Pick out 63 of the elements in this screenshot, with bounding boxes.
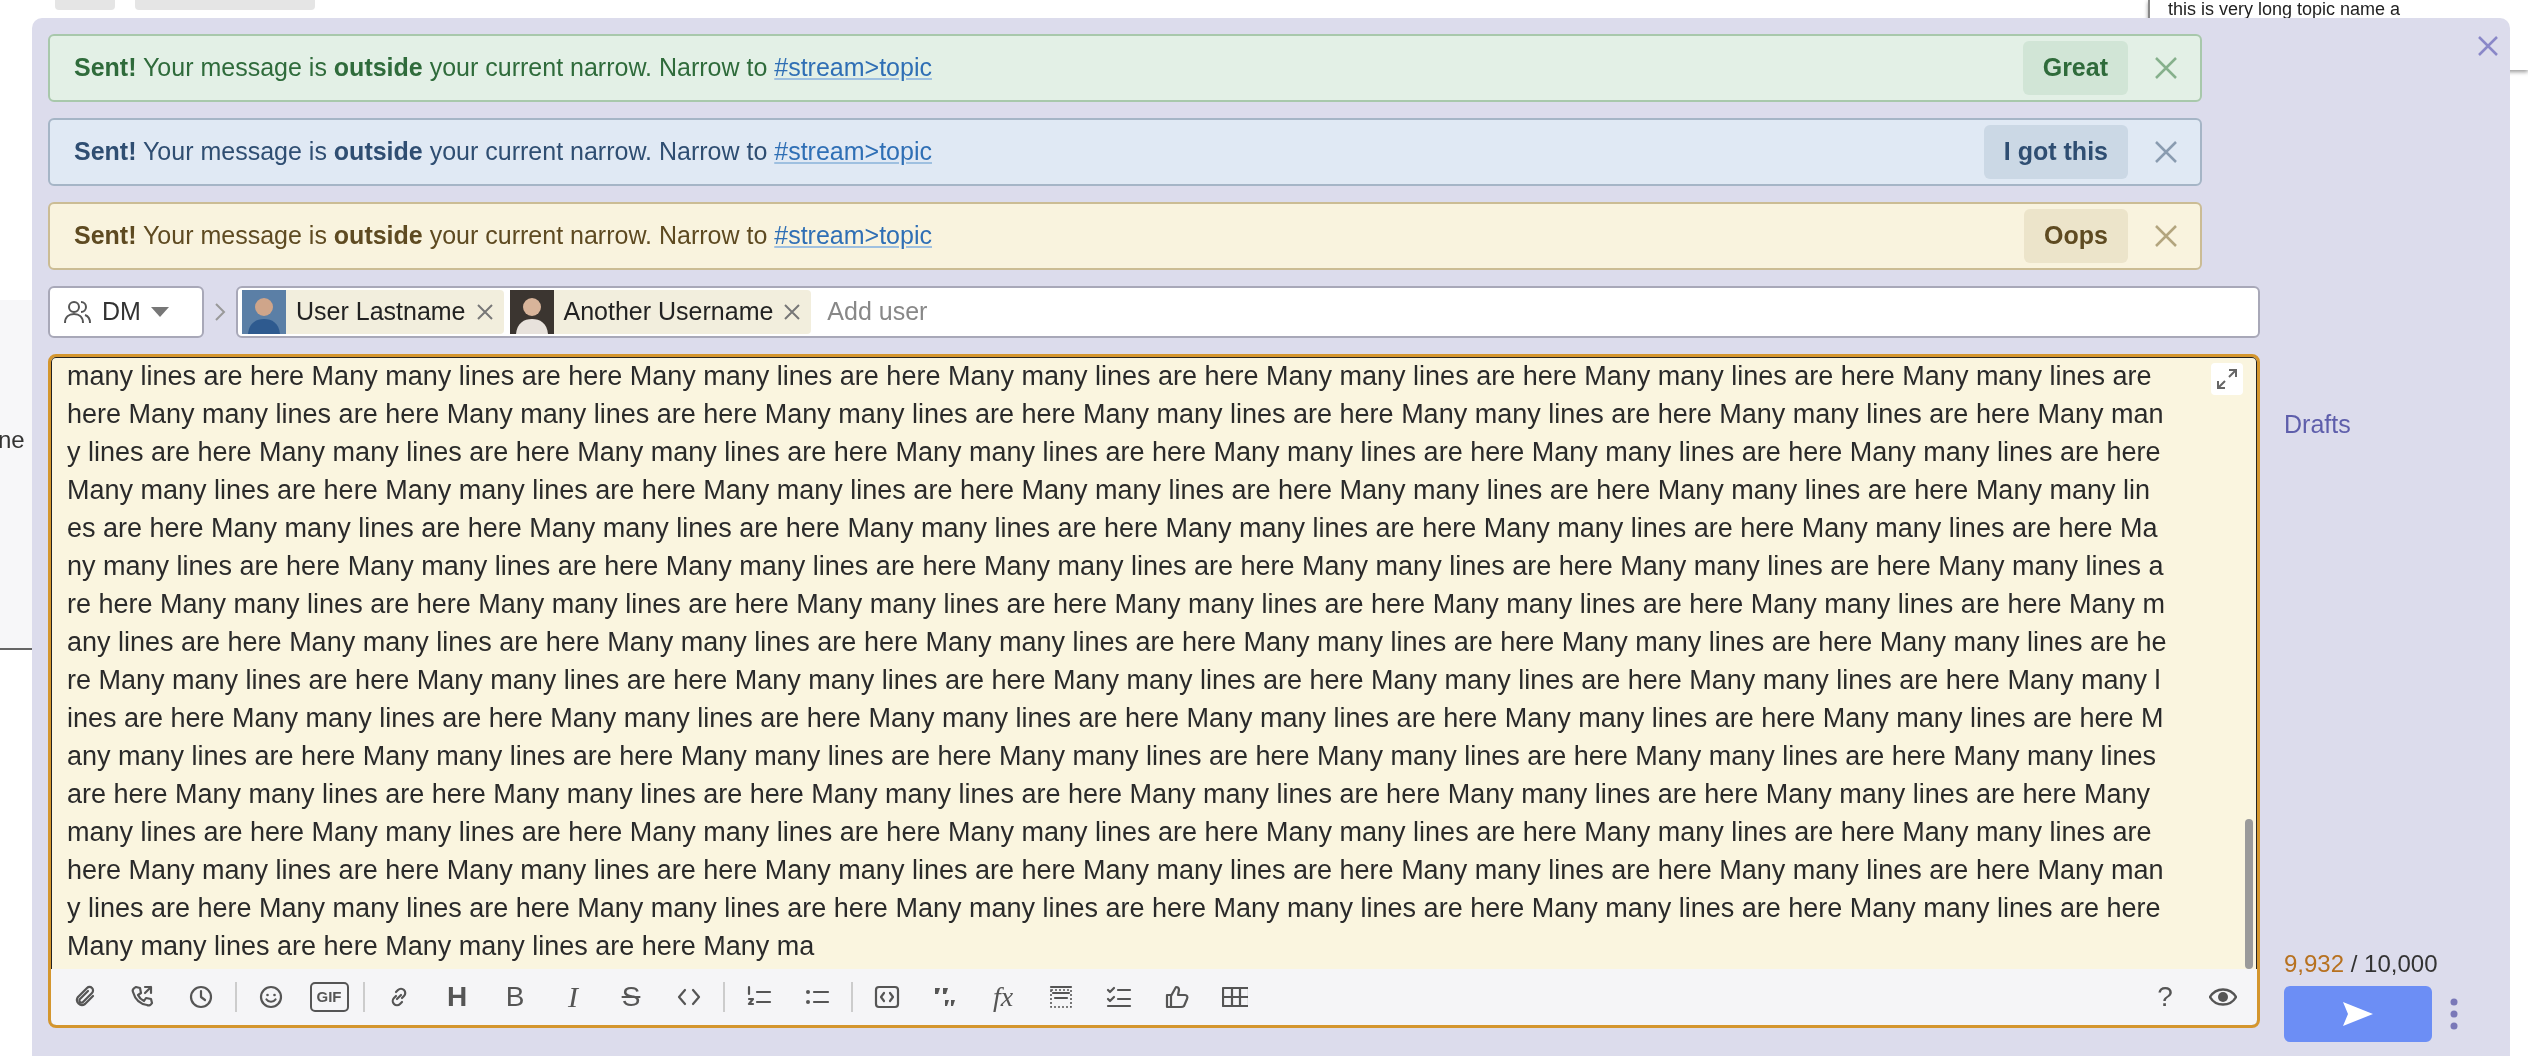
gif-button[interactable]: GIF [309,981,349,1013]
topic-text: this is very long topic name a [2168,0,2401,18]
strikethrough-button[interactable]: S [607,975,655,1019]
narrow-link[interactable]: #stream>topic [774,53,932,82]
user-pill[interactable]: User Lastname [242,290,504,334]
message-text: re here Many many lines are here Many many lines are here Many many lines are here Many many lines are here Many many lines are here Many many lines are here Many m [67,588,2166,621]
action-button[interactable]: I got this [1983,125,2128,179]
math-button[interactable]: fx [979,975,1027,1019]
message-text: are here Many many lines are here Many many lines are here Many many lines are here Many many lines are here Many many lines are here Many many lines are here Many [67,778,2151,811]
expand-icon[interactable] [2215,367,2239,391]
message-text: any many lines are here Many many lines are here Many many lines are here Many many lines are here Many many lines are here Many many lines are here Many many lines [67,740,2157,773]
send-icon [2341,1000,2375,1028]
avatar [509,290,554,334]
notification-message: Sent! Your message is outside your current narrow. Narrow to #stream>topic [74,52,933,84]
narrow-link[interactable]: #stream>topic [774,221,932,250]
message-text: any lines are here Many many lines are here Many many lines are here Many many lines are here Many many lines are here Many many lines are here Many many lines are he [67,626,2168,659]
message-text: here Many many lines are here Many many lines are here Many many lines are here Many many lines are here Many many lines are here Many many lines are here Many man [67,398,2165,431]
people-icon [64,299,92,325]
remove-icon[interactable] [475,303,494,321]
drafts-link[interactable]: Drafts [2284,406,2510,444]
clock-icon[interactable] [188,984,214,1010]
counter-limit: / 10,000 [2350,950,2438,977]
recipient-type-dropdown[interactable]: DM [48,286,204,338]
remove-icon[interactable] [783,303,802,321]
heading-button[interactable]: H [433,975,481,1019]
user-name: Another Username [563,296,774,328]
avatar [242,290,286,334]
narrow-link[interactable]: #stream>topic [774,137,932,166]
table-icon[interactable] [1222,984,1248,1010]
dropdown-label: DM [102,296,141,328]
checklist-icon[interactable] [1106,984,1132,1010]
caret-icon [150,307,169,317]
more-icon[interactable] [2450,998,2458,1030]
italic-button[interactable]: I [549,975,597,1019]
code-block-icon[interactable] [874,984,900,1010]
message-text: Many many lines are here Many many lines are here Many ma [67,930,816,963]
spoiler-icon[interactable] [1048,984,1074,1010]
action-button[interactable]: Oops [2024,209,2128,263]
notification-message: Sent! Your message is outside your current narrow. Narrow to #stream>topic [74,136,933,168]
user-pill[interactable]: Another Username [509,290,812,334]
send-button[interactable] [2284,986,2432,1042]
notification-message: Sent! Your message is outside your current narrow. Narrow to #stream>topic [74,220,933,252]
message-text: y lines are here Many many lines are here Many many lines are here Many many lines are here Many many lines are here Many many lines are here Many many lines are here [67,436,2162,469]
chevron-icon [214,302,226,322]
message-text: ny many lines are here Many many lines are here Many many lines are here Many many lines are here Many many lines are here Many many lines are here Many many lines a [67,550,2165,583]
help-button[interactable]: ? [2141,975,2189,1019]
message-text: many lines are here Many many lines are here Many many lines are here Many many lines are here Many many lines are here Many many lines are here Many many lines are [67,816,2153,849]
user-name: User Lastname [296,296,466,328]
thumbs-up-icon[interactable] [1164,984,1190,1010]
message-text: many lines are here Many many lines are here Many many lines are here Many many lines are here Many many lines are here Many many lines are here Many many lines are [67,360,2153,393]
recipient-field[interactable]: User Lastname Another Username Add user [236,286,2260,338]
message-text: re Many many lines are here Many many lines are here Many many lines are here Many many lines are here Many many lines are here Many many lines are here Many many l [67,664,2162,697]
message-text: Many many lines are here Many many lines are here Many many lines are here Many many lines are here Many many lines are here Many many lines are here Many many lin [67,474,2151,507]
counter-used: 9,932 [2284,950,2345,977]
message-text: here Many many lines are here Many many lines are here Many many lines are here Many many lines are here Many many lines are here Many many lines are here Many man [67,854,2165,887]
message-text: es are here Many many lines are here Many many lines are here Many many lines are here Many many lines are here Many many lines are here Many many lines are here Ma [67,512,2159,545]
panel-text: ne [0,425,25,455]
scrollbar-thumb[interactable] [2245,819,2253,969]
message-text: y lines are here Many many lines are here Many many lines are here Many many lines are here Many many lines are here Many many lines are here Many many lines are here [67,892,2162,925]
message-text: ines are here Many many lines are here Many many lines are here Many many lines are here Many many lines are here Many many lines are here Many many lines are here M [67,702,2165,735]
action-button[interactable]: Great [2022,41,2128,95]
bold-button[interactable]: B [491,975,539,1019]
smiley-icon[interactable] [258,984,284,1010]
